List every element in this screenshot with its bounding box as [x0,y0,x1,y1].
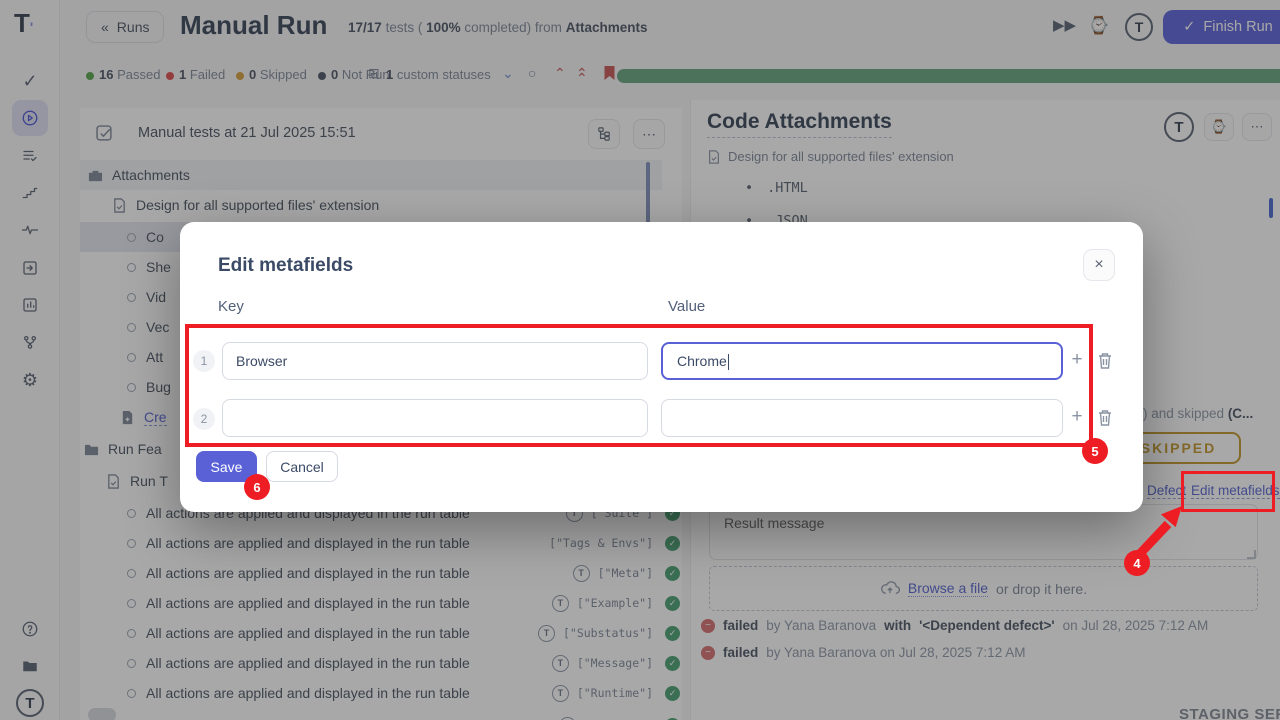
modal-title: Edit metafields [218,255,353,277]
delete-row-button[interactable] [1097,352,1113,370]
annotation-badge-5: 5 [1082,438,1108,464]
key-column-label: Key [218,298,244,315]
value-column-label: Value [668,298,705,315]
annotation-badge-6: 6 [244,474,270,500]
cancel-button[interactable]: Cancel [266,451,338,482]
delete-row-button[interactable] [1097,409,1113,427]
annotation-badge-4: 4 [1124,550,1150,576]
modal-close-button[interactable]: × [1083,249,1115,281]
app-screen: T' ✓ ⚙ T [0,0,1280,720]
annotation-rect-rows [185,324,1093,447]
